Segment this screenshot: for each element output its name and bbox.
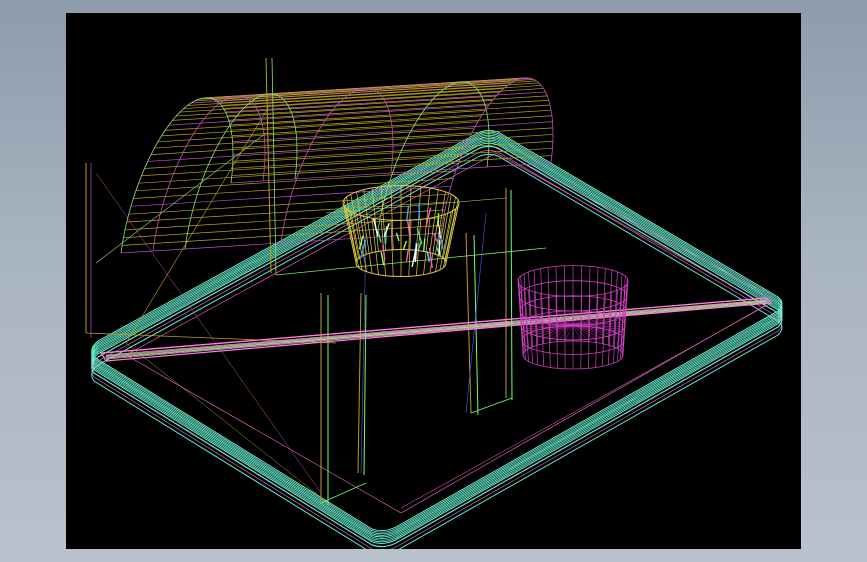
- wireframe-rod: [101, 298, 771, 361]
- wireframe-tray-icon: [92, 130, 782, 549]
- cad-viewport[interactable]: [66, 13, 801, 549]
- wireframe-tunnel-cover-icon: [86, 58, 553, 343]
- wireframe-scene: [66, 13, 801, 549]
